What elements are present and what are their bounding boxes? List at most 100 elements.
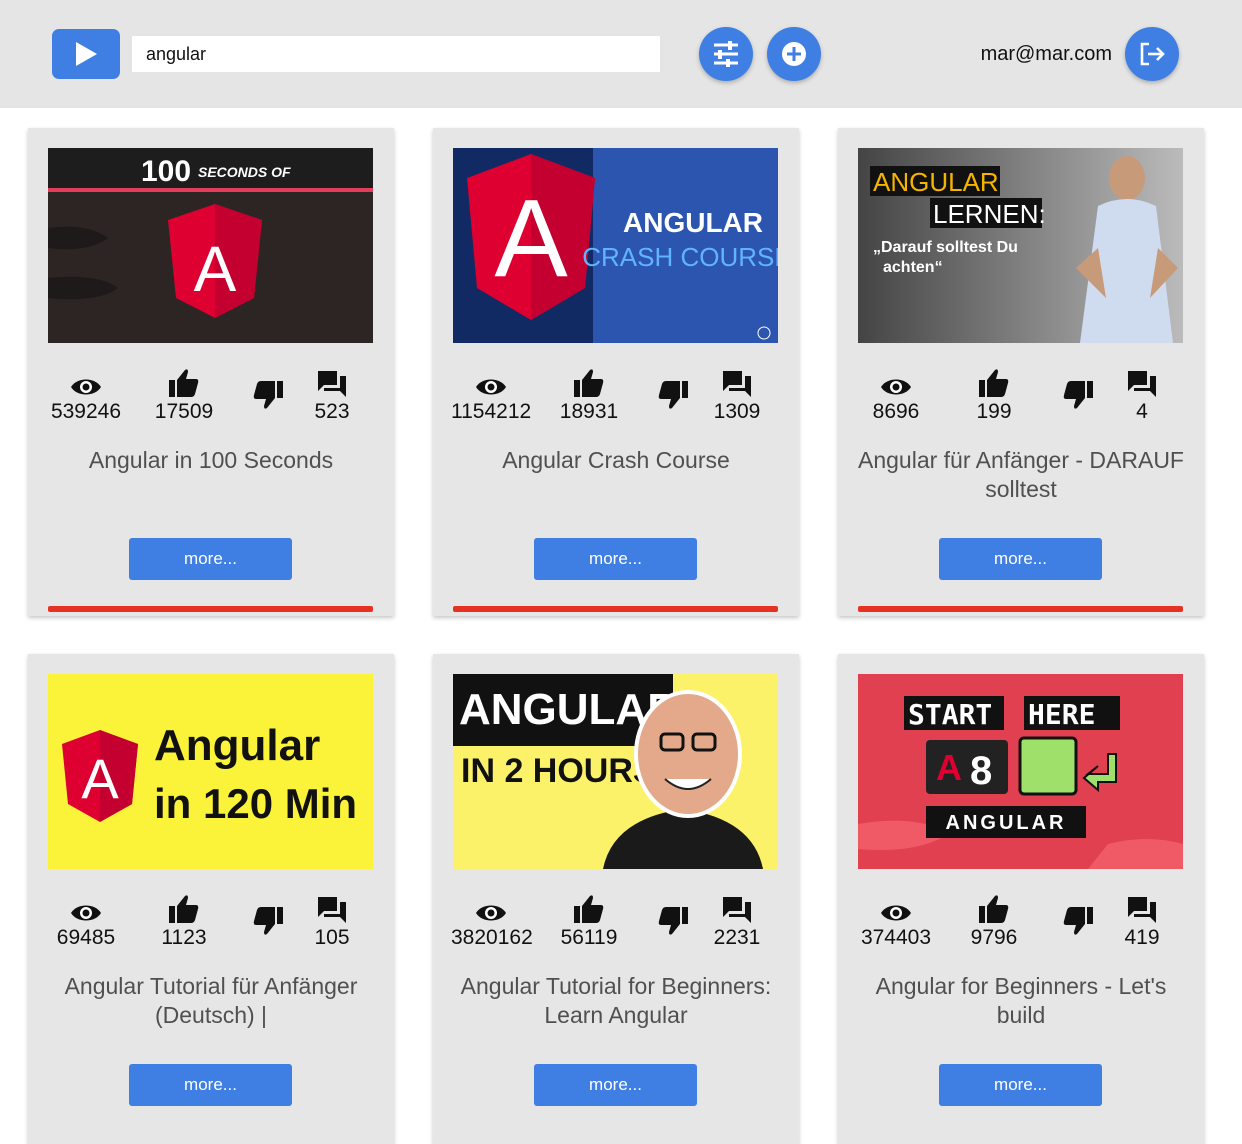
- thumb-text: ANGULAR: [946, 812, 1067, 834]
- comment-icon[interactable]: [292, 364, 372, 398]
- eye-icon: [451, 890, 531, 924]
- video-thumbnail[interactable]: A ANGULAR CRASH COURSE: [453, 148, 778, 343]
- more-button[interactable]: more...: [939, 1064, 1102, 1106]
- thumb-text: 8: [970, 749, 992, 793]
- comments-stat: 1309: [697, 364, 777, 426]
- views-stat: 374403: [856, 890, 936, 952]
- search-input[interactable]: [132, 36, 660, 72]
- views-stat: 539246: [46, 364, 126, 426]
- video-title[interactable]: Angular for Beginners - Let's build: [850, 972, 1192, 1030]
- thumb-text: „Darauf solltest Du: [873, 239, 1018, 256]
- video-title[interactable]: Angular Tutorial for Beginners: Learn An…: [445, 972, 787, 1030]
- logo-button[interactable]: [52, 29, 120, 79]
- video-thumbnail[interactable]: 100 SECONDS OF A: [48, 148, 373, 343]
- thumb-text: A: [936, 747, 962, 788]
- thumb-text: ANGULAR: [623, 207, 763, 238]
- likes-stat: 199: [954, 364, 1034, 426]
- comments-stat: 4: [1102, 364, 1182, 426]
- thumb-text: A: [81, 747, 119, 810]
- views-stat: 3820162: [451, 890, 533, 952]
- eye-icon: [451, 364, 531, 398]
- thumb-text: 100: [141, 155, 191, 188]
- more-button[interactable]: more...: [129, 538, 292, 580]
- comments-count: 419: [1124, 926, 1160, 949]
- comment-icon[interactable]: [697, 890, 777, 924]
- thumb-text: HERE: [1028, 698, 1095, 731]
- views-count: 3820162: [451, 926, 533, 949]
- views-stat: 69485: [46, 890, 126, 952]
- thumb-up-icon[interactable]: [954, 364, 1034, 398]
- comment-icon[interactable]: [697, 364, 777, 398]
- views-stat: 1154212: [451, 364, 531, 426]
- user-email: mar@mar.com: [980, 43, 1112, 65]
- thumb-up-icon[interactable]: [549, 890, 629, 924]
- comment-icon[interactable]: [292, 890, 372, 924]
- comment-icon[interactable]: [1102, 364, 1182, 398]
- tune-icon: [714, 41, 738, 67]
- logout-button[interactable]: [1125, 27, 1179, 81]
- likes-count: 18931: [559, 400, 619, 423]
- video-thumbnail[interactable]: ANGULAR IN 2 HOURS: [453, 674, 778, 869]
- video-card: 100 SECONDS OF A 539246 17509 523 Angula…: [28, 128, 394, 616]
- views-count: 8696: [872, 400, 920, 423]
- views-count: 539246: [50, 400, 122, 423]
- likes-stat: 17509: [144, 364, 224, 426]
- video-thumbnail[interactable]: ANGULAR LERNEN: „Darauf solltest Du acht…: [858, 148, 1183, 343]
- thumb-text: in 120 Min: [154, 780, 357, 827]
- thumb-text: SECONDS OF: [198, 164, 291, 180]
- likes-count: 17509: [154, 400, 214, 423]
- likes-count: 1123: [161, 926, 207, 949]
- thumb-up-icon[interactable]: [549, 364, 629, 398]
- progress-bar: [453, 606, 778, 612]
- comments-stat: 523: [292, 364, 372, 426]
- thumb-text: LERNEN:: [933, 199, 1046, 229]
- comments-count: 2231: [713, 926, 761, 949]
- app-header: mar@mar.com: [0, 0, 1242, 108]
- likes-count: 9796: [970, 926, 1018, 949]
- play-icon: [76, 42, 97, 66]
- add-video-button[interactable]: [767, 27, 821, 81]
- thumb-up-icon[interactable]: [144, 364, 224, 398]
- thumb-text: Angular: [154, 721, 320, 770]
- filter-button[interactable]: [699, 27, 753, 81]
- video-card: ANGULAR IN 2 HOURS 3820162 56119 2231 An…: [433, 654, 799, 1144]
- video-card: ANGULAR LERNEN: „Darauf solltest Du acht…: [838, 128, 1204, 616]
- video-thumbnail[interactable]: START HERE A 8 ANGULAR: [858, 674, 1183, 869]
- video-thumbnail[interactable]: A Angular in 120 Min: [48, 674, 373, 869]
- likes-stat: 18931: [549, 364, 629, 426]
- comments-stat: 419: [1102, 890, 1182, 952]
- views-stat: 8696: [856, 364, 936, 426]
- thumb-text: achten“: [883, 259, 943, 276]
- comment-icon[interactable]: [1102, 890, 1182, 924]
- video-card: START HERE A 8 ANGULAR 374403 9796 419 A…: [838, 654, 1204, 1144]
- thumb-text: ANGULAR: [873, 167, 999, 197]
- thumb-up-icon[interactable]: [144, 890, 224, 924]
- video-title[interactable]: Angular für Anfänger - DARAUF solltest: [850, 446, 1192, 504]
- likes-stat: 1123: [144, 890, 224, 952]
- video-title[interactable]: Angular Tutorial für Anfänger (Deutsch) …: [40, 972, 382, 1030]
- eye-icon: [46, 890, 126, 924]
- video-title[interactable]: Angular Crash Course: [445, 446, 787, 475]
- comments-stat: 2231: [697, 890, 777, 952]
- views-count: 374403: [860, 926, 932, 949]
- likes-stat: 9796: [954, 890, 1034, 952]
- views-count: 1154212: [451, 400, 532, 423]
- eye-icon: [856, 890, 936, 924]
- thumb-text: IN 2 HOURS: [461, 752, 656, 790]
- more-button[interactable]: more...: [939, 538, 1102, 580]
- video-card: A Angular in 120 Min 69485 1123 105 Angu…: [28, 654, 394, 1144]
- eye-icon: [856, 364, 936, 398]
- thumb-up-icon[interactable]: [954, 890, 1034, 924]
- views-count: 69485: [56, 926, 116, 949]
- likes-count: 56119: [560, 926, 618, 949]
- more-button[interactable]: more...: [129, 1064, 292, 1106]
- more-button[interactable]: more...: [534, 1064, 697, 1106]
- thumb-text: START: [908, 698, 992, 731]
- comments-count: 1309: [713, 400, 761, 423]
- more-button[interactable]: more...: [534, 538, 697, 580]
- progress-bar: [858, 606, 1183, 612]
- likes-count: 199: [976, 400, 1012, 423]
- video-title[interactable]: Angular in 100 Seconds: [40, 446, 382, 475]
- comments-count: 4: [1136, 400, 1148, 423]
- video-card: A ANGULAR CRASH COURSE 1154212 18931 130…: [433, 128, 799, 616]
